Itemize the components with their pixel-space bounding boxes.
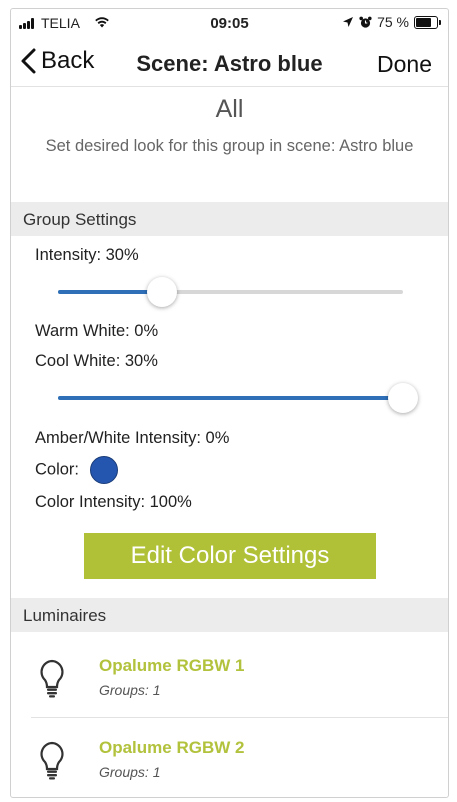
amber-white-intensity-label: Amber/White Intensity: 0% [35, 429, 230, 447]
status-right: 75 % [342, 14, 441, 30]
color-swatch[interactable] [89, 456, 118, 484]
white-slider-fill [58, 396, 403, 400]
luminaires-title: Luminaires [23, 606, 107, 625]
color-row: Color: [35, 456, 118, 484]
alarm-clock-icon [359, 16, 372, 28]
light-bulb-icon [40, 741, 64, 780]
edit-color-settings-button[interactable]: Edit Color Settings [84, 533, 376, 579]
luminaire-groups: Groups: 1 [99, 764, 161, 780]
battery-icon [414, 15, 441, 29]
intensity-slider-thumb[interactable] [146, 277, 177, 307]
luminaires-header: Luminaires [11, 598, 448, 632]
group-settings-header: Group Settings [11, 202, 448, 236]
warm-white-label: Warm White: 0% [35, 322, 159, 340]
group-description: Set desired look for this group in scene… [45, 137, 414, 155]
status-bar: TELIA 09:05 75 % [11, 9, 448, 37]
luminaire-name: Opalume RGBW 1 [99, 656, 245, 675]
intensity-label: Intensity: 30% [35, 246, 139, 264]
done-button[interactable]: Done [377, 51, 432, 78]
luminaire-groups: Groups: 1 [99, 682, 161, 698]
intensity-slider-fill [58, 290, 162, 294]
nav-divider [11, 86, 448, 87]
app-screen: TELIA 09:05 75 % Back Scene: Astro blue … [10, 8, 449, 798]
cool-white-label: Cool White: 30% [35, 352, 158, 370]
battery-level [416, 17, 431, 27]
color-label: Color: [35, 460, 80, 479]
navigation-bar: Back Scene: Astro blue Done [11, 37, 448, 87]
group-settings-title: Group Settings [23, 210, 137, 229]
location-arrow-icon [343, 17, 354, 27]
white-balance-slider[interactable] [58, 383, 418, 413]
luminaire-name: Opalume RGBW 2 [99, 738, 245, 757]
white-slider-thumb[interactable] [388, 383, 418, 413]
light-bulb-icon [40, 659, 64, 698]
color-intensity-label: Color Intensity: 100% [35, 493, 192, 511]
group-name: All [215, 95, 244, 123]
luminaire-item[interactable]: Opalume RGBW 2 Groups: 1 [11, 718, 448, 797]
intensity-slider[interactable] [58, 277, 403, 307]
luminaire-item[interactable]: Opalume RGBW 1 Groups: 1 [11, 636, 448, 718]
battery-percent: 75 % [377, 14, 409, 30]
